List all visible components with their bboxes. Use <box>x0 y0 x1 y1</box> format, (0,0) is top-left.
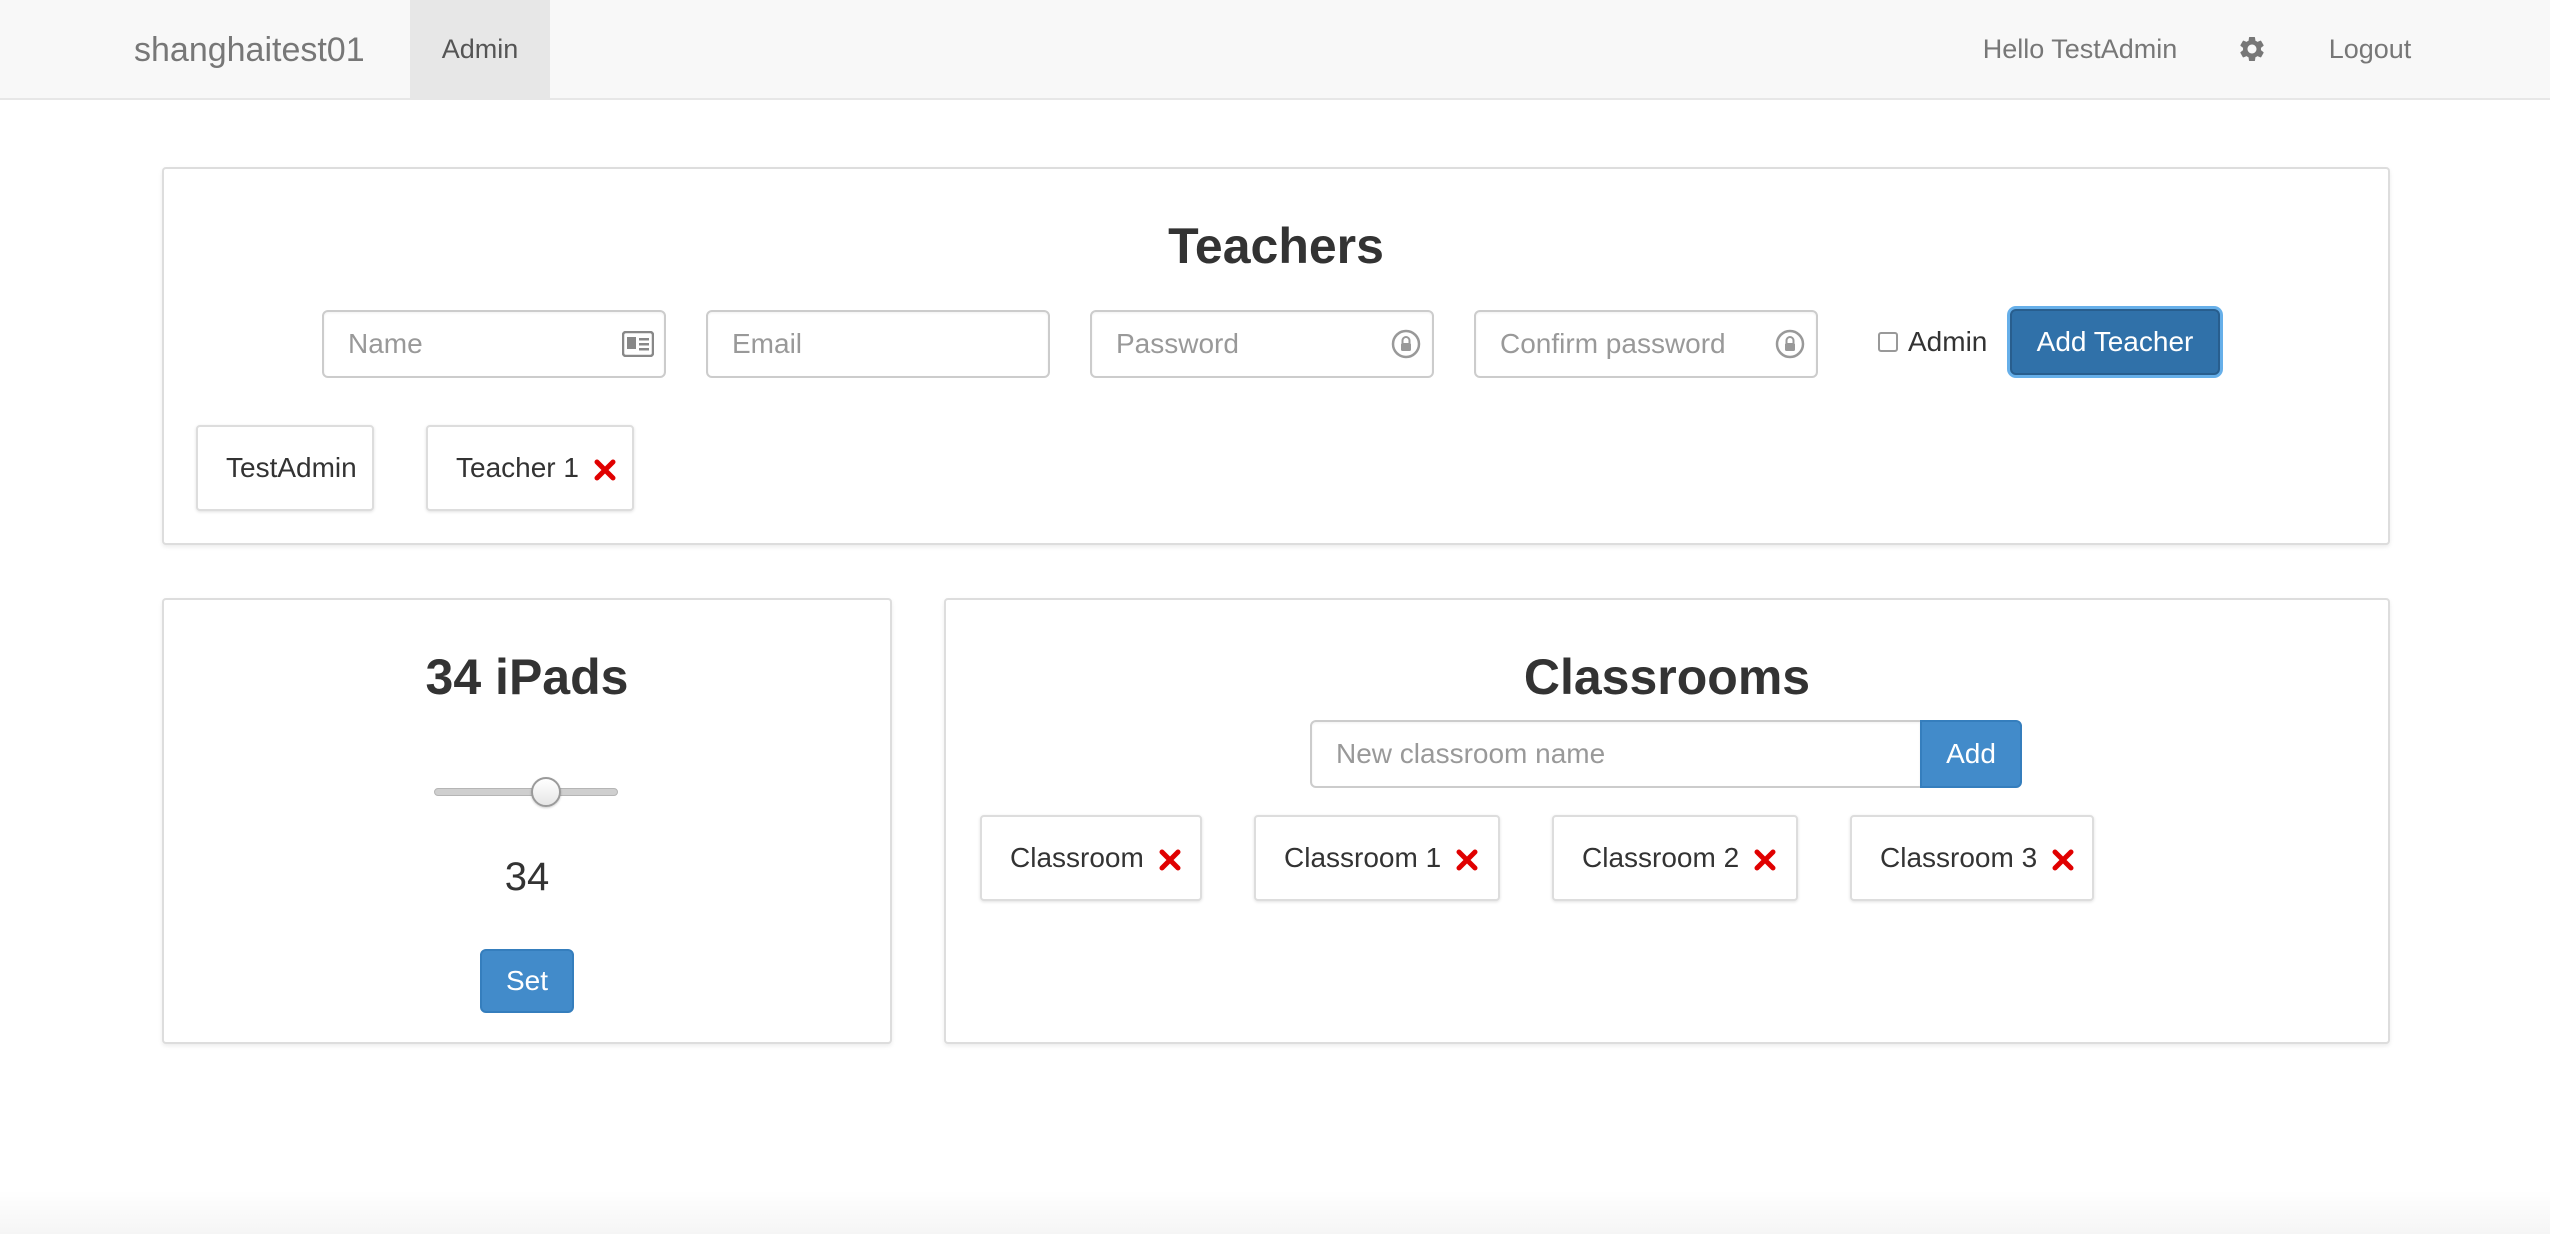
teacher-name-field[interactable] <box>322 310 666 378</box>
teacher-chip: Teacher 1 <box>426 425 634 511</box>
teacher-name-input[interactable] <box>324 312 664 376</box>
user-greeting-link[interactable]: Hello TestAdmin <box>1960 0 2200 98</box>
teacher-password-field[interactable] <box>1090 310 1434 378</box>
ipads-title: 34 iPads <box>425 649 629 705</box>
delete-classroom-icon[interactable] <box>1455 847 1479 873</box>
add-classroom-button[interactable]: Add <box>1920 720 2022 788</box>
classroom-chip: Classroom 3 <box>1850 815 2094 901</box>
admin-checkbox[interactable] <box>1878 332 1898 352</box>
classrooms-title: Classrooms <box>1523 649 1811 705</box>
delete-classroom-icon[interactable] <box>1158 847 1182 873</box>
classroom-chip-label: Classroom 1 <box>1284 842 1442 873</box>
logout-link[interactable]: Logout <box>2310 0 2430 98</box>
delete-classroom-icon[interactable] <box>2051 847 2075 873</box>
classroom-chip-label: Classroom 2 <box>1582 842 1740 873</box>
ipad-count-slider[interactable] <box>434 788 618 796</box>
page-bottom-fade <box>0 1190 2550 1234</box>
nav-tab-admin[interactable]: Admin <box>410 0 550 98</box>
ipad-count-value: 34 <box>504 855 550 899</box>
teacher-email-input[interactable] <box>708 312 1048 376</box>
top-navbar: shanghaitest01 Admin Hello TestAdmin Log… <box>0 0 2550 100</box>
teacher-chip: TestAdmin <box>196 425 374 511</box>
id-card-icon <box>620 326 656 362</box>
teacher-chip-label: Teacher 1 <box>456 452 579 483</box>
teacher-confirm-password-field[interactable] <box>1474 310 1818 378</box>
ipad-slider-handle[interactable] <box>530 777 561 807</box>
new-classroom-field[interactable] <box>1310 720 1922 788</box>
classroom-chip-label: Classroom <box>1010 842 1144 873</box>
admin-checkbox-label[interactable]: Admin <box>1908 326 1987 358</box>
new-classroom-input[interactable] <box>1312 722 1920 786</box>
admin-checkbox-group[interactable]: Admin <box>1878 322 1987 362</box>
teachers-title: Teachers <box>1168 218 1384 274</box>
set-ipads-button[interactable]: Set <box>480 949 574 1013</box>
teacher-password-input[interactable] <box>1092 312 1432 376</box>
classroom-chip: Classroom 1 <box>1254 815 1500 901</box>
password-lock-icon <box>1388 326 1424 362</box>
confirm-lock-icon <box>1772 326 1808 362</box>
gear-icon <box>2240 36 2264 61</box>
delete-teacher-icon[interactable] <box>593 457 617 483</box>
classroom-chip-label: Classroom 3 <box>1880 842 2038 873</box>
teacher-confirm-password-input[interactable] <box>1476 312 1816 376</box>
delete-classroom-icon[interactable] <box>1753 847 1777 873</box>
classroom-chip: Classroom 2 <box>1552 815 1798 901</box>
brand-link[interactable]: shanghaitest01 <box>134 0 365 100</box>
teacher-chip-label: TestAdmin <box>226 452 357 483</box>
classroom-chip: Classroom <box>980 815 1202 901</box>
settings-button[interactable] <box>2232 0 2272 98</box>
teacher-email-field[interactable] <box>706 310 1050 378</box>
add-teacher-button[interactable]: Add Teacher <box>2010 309 2220 375</box>
